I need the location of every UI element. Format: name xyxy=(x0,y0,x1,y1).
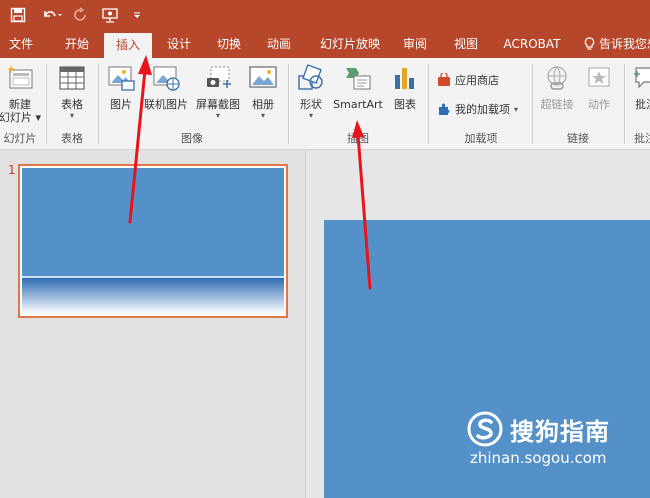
save-icon[interactable] xyxy=(6,4,30,26)
thumbnail-gradient-band xyxy=(22,278,284,314)
online-picture-icon xyxy=(150,62,182,94)
picture-icon xyxy=(105,62,137,94)
table-dropdown-icon: ▾ xyxy=(69,111,74,120)
watermark-url: zhinan.sogou.com xyxy=(470,449,607,467)
separator xyxy=(624,64,625,144)
action-button[interactable]: 动作 xyxy=(582,62,616,111)
album-button[interactable]: 相册 ▾ xyxy=(246,62,280,121)
tab-review[interactable]: 审阅 xyxy=(395,30,435,58)
my-addins-button[interactable]: 我的加载项 ▾ xyxy=(437,101,518,117)
ribbon-tabs: 文件 开始 插入 设计 切换 动画 幻灯片放映 审阅 视图 ACROBAT 告诉… xyxy=(0,30,650,58)
tab-slideshow[interactable]: 幻灯片放映 xyxy=(311,30,389,58)
album-label: 相册 xyxy=(252,98,274,111)
separator xyxy=(288,64,289,144)
store-button[interactable]: 应用商店 xyxy=(437,72,499,88)
new-slide-icon xyxy=(4,62,36,94)
table-label: 表格 xyxy=(61,98,83,111)
screenshot-label: 屏幕截图 xyxy=(196,98,240,111)
smartart-label: SmartArt xyxy=(333,98,383,111)
my-addins-dropdown-icon: ▾ xyxy=(514,104,519,114)
album-icon xyxy=(247,62,279,94)
hyperlink-button[interactable]: 超链接 xyxy=(538,62,576,111)
store-label: 应用商店 xyxy=(455,74,499,87)
quick-access-toolbar xyxy=(0,0,650,30)
my-addins-label: 我的加载项 xyxy=(455,103,510,116)
online-picture-button[interactable]: 联机图片 xyxy=(140,62,192,111)
tab-acrobat[interactable]: ACROBAT xyxy=(496,30,568,58)
group-label-tables: 表格 xyxy=(61,132,83,145)
customize-qat-icon[interactable] xyxy=(130,4,144,26)
group-label-comments: 批注 xyxy=(634,132,650,145)
slide-thumbnail[interactable] xyxy=(18,164,288,318)
tell-me-text: 告诉我您想 xyxy=(599,37,650,51)
separator xyxy=(98,64,99,144)
tab-view[interactable]: 视图 xyxy=(446,30,486,58)
tell-me-box[interactable]: 告诉我您想 xyxy=(584,30,650,58)
tab-transitions[interactable]: 切换 xyxy=(207,30,251,58)
tab-file[interactable]: 文件 xyxy=(0,30,42,58)
screenshot-dropdown-icon: ▾ xyxy=(215,111,220,120)
screenshot-button[interactable]: 屏幕截图 ▾ xyxy=(193,62,243,121)
tab-design[interactable]: 设计 xyxy=(158,30,200,58)
separator xyxy=(532,64,533,144)
table-icon xyxy=(56,62,88,94)
tab-animations[interactable]: 动画 xyxy=(258,30,300,58)
slide-thumbnails-pane: 1 xyxy=(0,151,306,498)
group-label-links: 链接 xyxy=(567,132,589,145)
group-label-images: 图像 xyxy=(181,132,203,145)
picture-button[interactable]: 图片 xyxy=(104,62,138,111)
new-slide-label-line2: 幻灯片 ▾ xyxy=(0,111,42,124)
start-from-beginning-icon[interactable] xyxy=(98,4,122,26)
lightbulb-icon xyxy=(584,37,595,50)
action-icon xyxy=(583,62,615,94)
table-button[interactable]: 表格 ▾ xyxy=(52,62,92,121)
shapes-icon xyxy=(295,62,327,94)
group-label-illustrations: 插图 xyxy=(347,132,369,145)
tab-insert[interactable]: 插入 xyxy=(104,33,152,58)
separator xyxy=(46,64,47,144)
smartart-icon xyxy=(342,62,374,94)
shapes-label: 形状 xyxy=(300,98,322,111)
shapes-button[interactable]: 形状 ▾ xyxy=(293,62,329,121)
chart-button[interactable]: 图表 xyxy=(387,62,423,111)
group-label-slides: 幻灯片 xyxy=(3,132,37,145)
comment-label: 批注 xyxy=(635,98,650,111)
slide-number: 1 xyxy=(8,163,16,177)
new-slide-button[interactable]: 新建 幻灯片 ▾ xyxy=(0,62,42,124)
slide-thumbnail-preview xyxy=(22,168,284,314)
action-label: 动作 xyxy=(588,98,610,111)
smartart-button[interactable]: SmartArt xyxy=(331,62,385,111)
separator xyxy=(428,64,429,144)
comment-icon xyxy=(630,62,650,94)
my-addins-icon xyxy=(439,103,450,115)
shapes-dropdown-icon: ▾ xyxy=(308,111,313,120)
ribbon-panel: 新建 幻灯片 ▾ 幻灯片 表格 ▾ 表格 图片 联机图片 屏幕截图 ▾ 相册 ▾… xyxy=(0,58,650,150)
store-icon xyxy=(438,73,450,86)
hyperlink-icon xyxy=(541,62,573,94)
screenshot-icon xyxy=(202,62,234,94)
picture-label: 图片 xyxy=(110,98,132,111)
hyperlink-label: 超链接 xyxy=(540,98,574,111)
chart-icon xyxy=(389,62,421,94)
tab-home[interactable]: 开始 xyxy=(55,30,99,58)
online-picture-label: 联机图片 xyxy=(144,98,188,111)
album-dropdown-icon: ▾ xyxy=(260,111,265,120)
sogou-logo-icon xyxy=(467,411,503,447)
undo-icon[interactable] xyxy=(40,4,64,26)
comment-button[interactable]: 批注 xyxy=(630,62,650,111)
group-label-addins: 加载项 xyxy=(464,132,498,145)
watermark: 搜狗指南 zhinan.sogou.com xyxy=(466,410,650,467)
new-slide-label-line1: 新建 xyxy=(9,98,31,111)
chart-label: 图表 xyxy=(394,98,416,111)
watermark-name: 搜狗指南 xyxy=(510,417,610,446)
redo-icon[interactable] xyxy=(70,4,92,26)
